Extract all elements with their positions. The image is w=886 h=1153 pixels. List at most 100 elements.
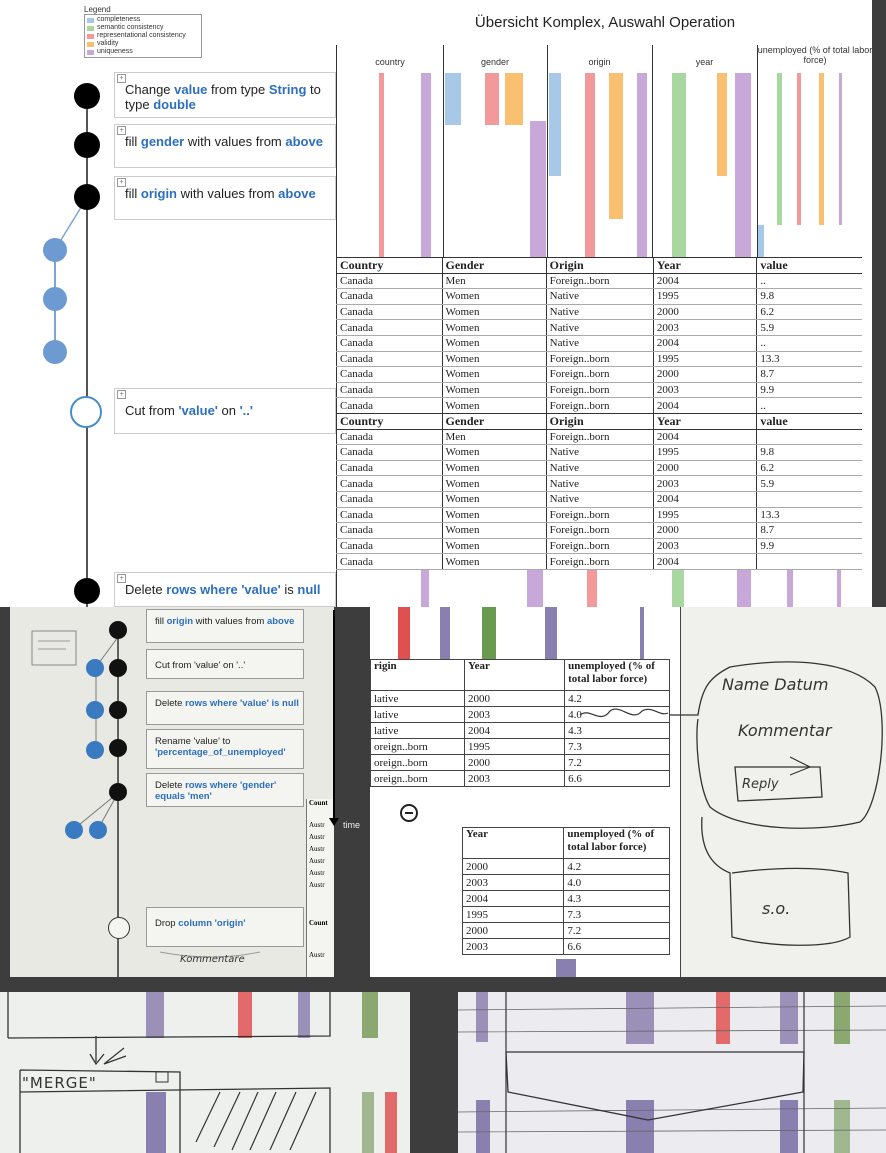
- table-row[interactable]: Canada Women Native 1995 9.8: [336, 288, 862, 305]
- expand-icon[interactable]: +: [117, 126, 126, 135]
- table-row[interactable]: Canada Women Native 2004: [336, 491, 862, 508]
- operation-card-1[interactable]: + Change value from type String to type d…: [114, 72, 336, 118]
- header-cell[interactable]: Origin: [545, 257, 654, 274]
- header-cell[interactable]: Country: [336, 413, 442, 430]
- quality-bar[interactable]: [777, 73, 782, 225]
- legend: Legend completeness semantic consistency r…: [84, 6, 202, 58]
- column-header-2[interactable]: origin: [547, 57, 652, 67]
- p2-sketch-name: Name Datum: [722, 675, 829, 694]
- column-header-1[interactable]: gender: [443, 57, 547, 67]
- operation-card-5[interactable]: + Delete rows where 'value' is null: [114, 572, 336, 607]
- table-row[interactable]: Canada Women Foreign..born 2003 9.9: [336, 382, 862, 399]
- operation-card-3[interactable]: + fill origin with values from above: [114, 176, 336, 220]
- header-cell[interactable]: Year: [652, 413, 757, 430]
- table-row[interactable]: Canada Women Native 2003 5.9: [336, 475, 862, 492]
- table-cell: Men: [441, 429, 547, 446]
- table-cell: 2004: [652, 553, 757, 570]
- operation-node-5[interactable]: [74, 578, 100, 604]
- quality-bar[interactable]: [421, 73, 431, 257]
- quality-bar[interactable]: [758, 225, 764, 257]
- table-cell: Canada: [336, 319, 442, 336]
- table-cell: Canada: [336, 273, 442, 290]
- expand-icon[interactable]: +: [117, 574, 126, 583]
- header-cell[interactable]: Origin: [545, 413, 654, 430]
- table-cell: 2004: [652, 491, 757, 508]
- column-header-0[interactable]: country: [337, 57, 443, 67]
- table-row[interactable]: Canada Men Foreign..born 2004..: [336, 273, 862, 290]
- header-cell[interactable]: value: [756, 257, 862, 274]
- table-cell: Women: [441, 538, 547, 555]
- quality-bar[interactable]: [549, 73, 561, 176]
- column-header-4[interactable]: unemployed (% of total labor force): [757, 45, 872, 65]
- legend-swatch: [87, 25, 94, 31]
- operation-node-2[interactable]: [74, 132, 100, 158]
- quality-bar[interactable]: [505, 73, 523, 125]
- photo-merge-sketch: "MERGE": [0, 992, 410, 1153]
- table-cell: Women: [441, 475, 547, 492]
- branch-node-2[interactable]: [43, 287, 67, 311]
- quality-bar[interactable]: [672, 73, 686, 257]
- p1-side-label: Count: [309, 919, 328, 927]
- table-cell: Women: [441, 288, 547, 305]
- table-row[interactable]: Canada Women Native 1995 9.8: [336, 444, 862, 461]
- quality-bar[interactable]: [735, 73, 751, 257]
- p1-operation-text: Drop column 'origin': [155, 918, 246, 929]
- table-cell: 2000: [652, 522, 757, 539]
- table-cell: 8.7: [756, 522, 862, 539]
- table-row[interactable]: Canada Women Native 2003 5.9: [336, 319, 862, 336]
- operation-node-4-selected[interactable]: [70, 396, 102, 428]
- table-row[interactable]: Canada Women Foreign..born 2000 8.7: [336, 522, 862, 539]
- p4-sketch-lines: [458, 992, 886, 1153]
- table-row[interactable]: Canada Women Foreign..born 2003 9.9: [336, 538, 862, 555]
- timeline-main-line: [86, 95, 88, 607]
- table-row[interactable]: Canada Women Native 2000 6.2: [336, 460, 862, 477]
- p1-operation-card-1: fill origin with values from above: [146, 609, 304, 643]
- table-row[interactable]: Canada Women Native 2004..: [336, 335, 862, 352]
- table-cell: 6.2: [756, 304, 862, 321]
- p1-node-5: [109, 783, 127, 801]
- operation-node-1[interactable]: [74, 83, 100, 109]
- branch-node-3[interactable]: [43, 340, 67, 364]
- operation-card-2[interactable]: + fill gender with values from above: [114, 124, 336, 168]
- table-row[interactable]: Canada Men Foreign..born 2004: [336, 429, 862, 446]
- p2-sketch-so: s.o.: [762, 899, 791, 918]
- p1-node-2: [109, 659, 127, 677]
- expand-icon[interactable]: +: [117, 74, 126, 83]
- operation-node-3[interactable]: [74, 184, 100, 210]
- expand-icon[interactable]: +: [117, 178, 126, 187]
- table-cell: 1995: [652, 351, 757, 368]
- header-cell[interactable]: Gender: [441, 257, 547, 274]
- column-quality-charts: country gender origin year unemployed (% of …: [336, 45, 872, 257]
- header-cell[interactable]: Gender: [441, 413, 547, 430]
- quality-bar[interactable]: [717, 73, 727, 176]
- table-cell: 1995: [652, 444, 757, 461]
- table-row[interactable]: Canada Women Foreign..born 2000 8.7: [336, 366, 862, 383]
- quality-bar[interactable]: [445, 73, 461, 125]
- header-cell[interactable]: Year: [652, 257, 757, 274]
- quality-bar[interactable]: [609, 73, 623, 219]
- quality-bar[interactable]: [797, 73, 801, 225]
- table-row[interactable]: Canada Women Foreign..born 2004..: [336, 397, 862, 414]
- quality-bar[interactable]: [530, 121, 546, 257]
- p1-branch-node-2: [86, 701, 104, 719]
- table-cell: Women: [441, 335, 547, 352]
- branch-node-1[interactable]: [43, 238, 67, 262]
- quality-bar[interactable]: [485, 73, 499, 125]
- quality-bar[interactable]: [379, 73, 384, 257]
- quality-bar[interactable]: [585, 73, 595, 257]
- table-cell: Foreign..born: [545, 507, 654, 524]
- header-cell[interactable]: Country: [336, 257, 442, 274]
- p1-operation-text: Cut from 'value' on '..': [155, 660, 246, 671]
- header-cell[interactable]: value: [756, 413, 862, 430]
- expand-icon[interactable]: +: [117, 390, 126, 399]
- quality-bar[interactable]: [637, 73, 647, 257]
- table-row[interactable]: Canada Women Foreign..born 2004: [336, 553, 862, 570]
- column-header-3[interactable]: year: [652, 57, 757, 67]
- table-row[interactable]: Canada Women Foreign..born 1995 13.3: [336, 507, 862, 524]
- quality-bar[interactable]: [819, 73, 824, 225]
- table-row[interactable]: Canada Women Native 2000 6.2: [336, 304, 862, 321]
- table-row[interactable]: Canada Women Foreign..born 1995 13.3: [336, 351, 862, 368]
- photo-comment-sketch: rigin Year unemployed (% of total labor fo…: [370, 607, 886, 977]
- quality-bar[interactable]: [839, 73, 842, 225]
- operation-card-4[interactable]: + Cut from 'value' on '..': [114, 388, 336, 434]
